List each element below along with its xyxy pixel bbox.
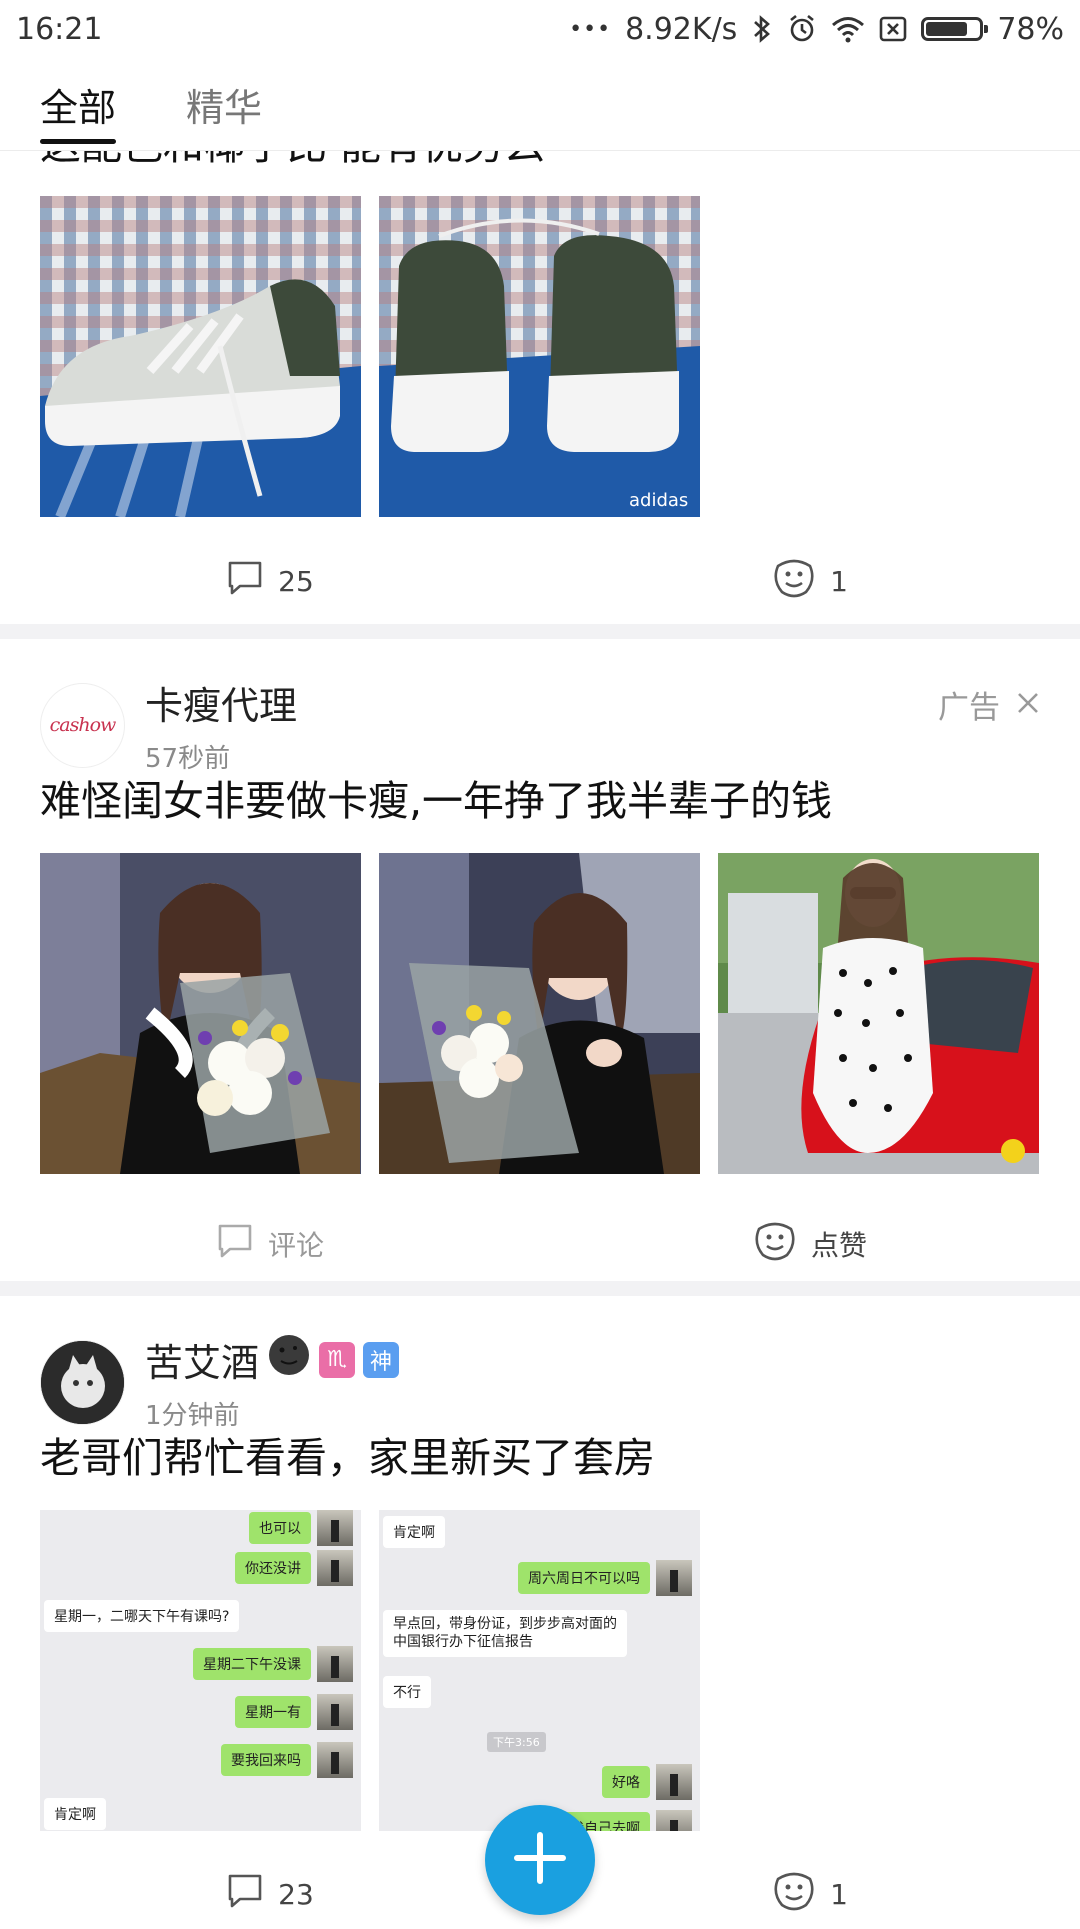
post-image-chat-2[interactable]: 肯定啊 周六周日不可以吗 早点回，带身份证，到步步高对面的 中国银行办下征信报告… (379, 1510, 700, 1831)
emoji-moon-icon (267, 1333, 311, 1386)
post-actions: 评论 点赞 (0, 1209, 1080, 1279)
post-separator (0, 1281, 1080, 1296)
like-count: 1 (830, 564, 848, 598)
network-speed: 8.92K/s (625, 11, 738, 47)
chat-bubble: 星期二下午没课 (193, 1648, 311, 1680)
chat-bubble: 你还没讲 (235, 1552, 311, 1584)
ad-label: 广告 (938, 690, 1000, 726)
like-button[interactable]: 1 (540, 1871, 1080, 1918)
status-time: 16:21 (16, 11, 103, 47)
post-image-shoe-side[interactable] (40, 196, 361, 517)
chat-avatar (317, 1550, 353, 1586)
more-dots-icon: ••• (569, 16, 612, 42)
chat-timestamp: 下午3:56 (487, 1732, 546, 1752)
avatar-logo-text: cashow (49, 714, 117, 736)
comment-count: 25 (278, 564, 314, 598)
close-icon[interactable] (1016, 687, 1040, 723)
post-image-woman-flowers-1[interactable] (40, 853, 361, 1174)
author-name-row: 苦艾酒 ♏ 神 (145, 1332, 400, 1387)
chat-bubble: 不行 (383, 1676, 431, 1708)
author-name[interactable]: 苦艾酒 (145, 1332, 259, 1387)
plus-icon (513, 1831, 567, 1889)
like-face-icon (753, 1221, 797, 1268)
battery-fill (926, 22, 967, 36)
chat-bubble: 星期一有 (235, 1696, 311, 1728)
comment-button[interactable]: 评论 (0, 1222, 540, 1267)
like-count: 1 (830, 1877, 848, 1911)
avatar[interactable] (40, 1339, 125, 1425)
bluetooth-icon (751, 14, 773, 44)
post-images (40, 853, 1039, 1174)
create-post-button[interactable] (485, 1805, 595, 1915)
post-images: 也可以 你还没讲 星期一，二哪天下午有课吗? 星期二下午没课 星期一有 要我回来… (40, 1510, 700, 1831)
alarm-icon (787, 14, 817, 44)
post-card[interactable]: 这配色和椰子比 能有优势么 (0, 121, 1080, 626)
battery-icon (921, 17, 989, 41)
status-icons: ••• 8.92K/s 78% (569, 12, 1064, 47)
comment-button[interactable]: 23 (0, 1872, 540, 1917)
chat-avatar (656, 1764, 692, 1800)
post-images: adidas (40, 196, 700, 517)
post-title[interactable]: 难怪闺女非要做卡瘦,一年挣了我半辈子的钱 (0, 777, 872, 826)
avatar[interactable]: cashow (40, 682, 125, 768)
ad-post-card[interactable]: cashow 卡瘦代理 57秒前 广告 难怪闺女非要做卡瘦,一年挣了我半辈子的钱 (0, 639, 1080, 1262)
god-badge: 神 (363, 1341, 400, 1378)
status-bar: 16:21 ••• 8.92K/s 78% (0, 0, 1080, 58)
comment-icon (226, 559, 264, 604)
post-image-woman-flowers-2[interactable] (379, 853, 700, 1174)
chat-bubble: 好咯 (602, 1766, 650, 1798)
comment-label: 评论 (267, 1229, 324, 1262)
sim-off-icon (879, 15, 907, 43)
post-image-woman-car[interactable] (718, 853, 1039, 1174)
chat-bubble: 周六周日不可以吗 (518, 1562, 650, 1594)
chat-bubble: 星期一，二哪天下午有课吗? (44, 1600, 240, 1632)
like-face-icon (772, 1871, 816, 1918)
chat-avatar (317, 1646, 353, 1682)
zodiac-badge: ♏ (319, 1341, 356, 1378)
author-name[interactable]: 卡瘦代理 (145, 675, 297, 730)
post-time: 1分钟前 (145, 1401, 240, 1431)
post-separator (0, 624, 1080, 639)
battery-percent: 78% (997, 11, 1064, 47)
comment-button[interactable]: 25 (0, 559, 540, 604)
author-row: cashow 卡瘦代理 57秒前 (40, 675, 297, 775)
chat-line: 中国银行办下征信报告 (393, 1633, 533, 1650)
chat-bubble-multiline: 早点回，带身份证，到步步高对面的 中国银行办下征信报告 (383, 1610, 627, 1657)
chat-bubble: 肯定啊 (44, 1798, 106, 1830)
author-row: 苦艾酒 ♏ 神 1分钟前 (40, 1332, 400, 1432)
ad-tag: 广告 (938, 682, 1040, 727)
chat-avatar (317, 1694, 353, 1730)
post-image-shoe-back[interactable]: adidas (379, 196, 700, 517)
svg-text:adidas: adidas (629, 490, 688, 511)
comment-icon (226, 1872, 264, 1917)
chat-bubble: 也可以 (249, 1512, 311, 1544)
like-button[interactable]: 点赞 (540, 1221, 1080, 1268)
chat-bubble: 要我回来吗 (221, 1744, 311, 1776)
like-face-icon (772, 558, 816, 605)
post-actions: 25 1 (0, 546, 1080, 616)
post-time: 57秒前 (145, 744, 231, 774)
chat-avatar (656, 1560, 692, 1596)
tab-featured[interactable]: 精华 (186, 77, 262, 150)
like-button[interactable]: 1 (540, 558, 1080, 605)
comment-icon (216, 1222, 254, 1267)
wifi-icon (831, 15, 865, 43)
chat-avatar (317, 1510, 353, 1546)
comment-count: 23 (278, 1877, 314, 1911)
chat-line: 早点回，带身份证，到步步高对面的 (393, 1616, 617, 1632)
chat-avatar (317, 1742, 353, 1778)
tab-all[interactable]: 全部 (40, 77, 117, 150)
post-image-chat-1[interactable]: 也可以 你还没讲 星期一，二哪天下午有课吗? 星期二下午没课 星期一有 要我回来… (40, 1510, 361, 1831)
post-title[interactable]: 老哥们帮忙看看，家里新买了套房 (0, 1434, 695, 1483)
tab-bar: 全部 精华 (0, 58, 1080, 151)
like-label: 点赞 (810, 1229, 867, 1262)
chat-bubble: 肯定啊 (383, 1516, 445, 1548)
chat-avatar (656, 1810, 692, 1831)
